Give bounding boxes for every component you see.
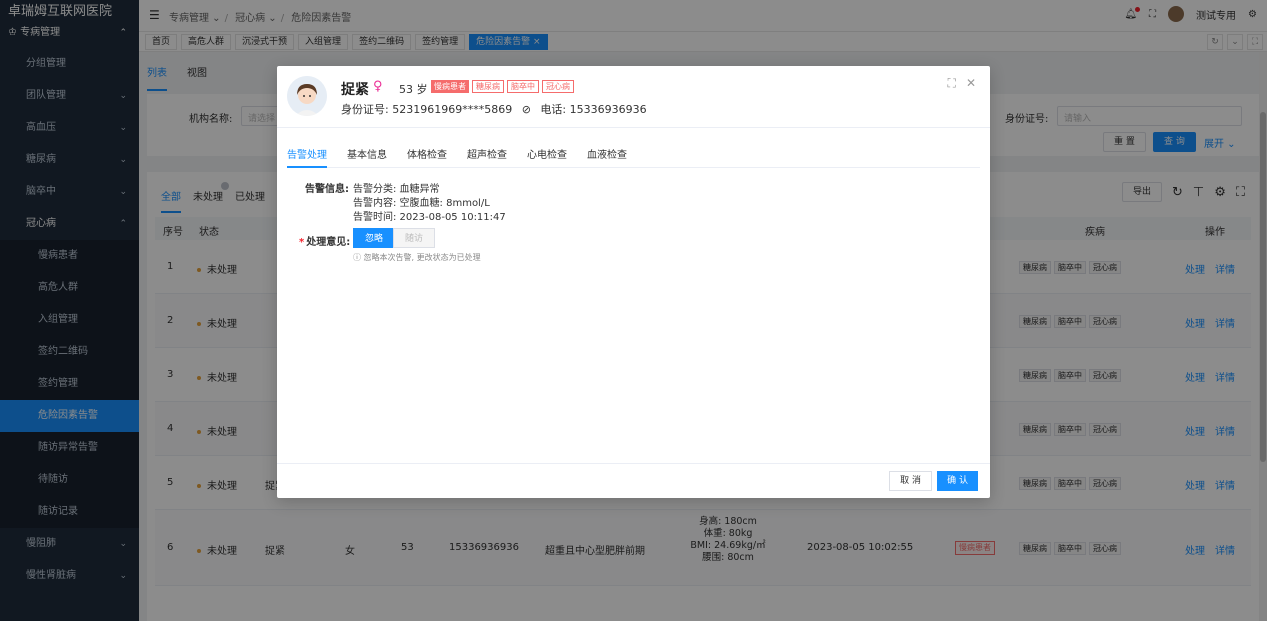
alarm-time: 告警时间: 2023-08-05 10:11:47 — [353, 212, 506, 223]
tab-blood[interactable]: 血液检查 — [587, 146, 627, 168]
alarm-info-label: 告警信息: — [305, 184, 349, 195]
patient-name: 捉紧 — [341, 82, 369, 98]
patient-contact: 身份证号: 5231961969****5869 ⊘ 电话: 153369369… — [341, 103, 647, 116]
patient-header: 捉紧 ♀ 53 岁 慢病患者 糖尿病 脑卒中 冠心病 身份证号: 5231961… — [277, 66, 990, 128]
followup-option[interactable]: 随访 — [393, 228, 436, 248]
patient-age: 53 岁 — [399, 83, 428, 96]
tab-physical-exam[interactable]: 体格检查 — [407, 146, 447, 168]
patient-avatar — [287, 76, 327, 116]
dialog-tabs: 告警处理 基本信息 体格检查 超声检查 心电检查 血液检查 — [287, 146, 980, 168]
tag-stroke: 脑卒中 — [507, 80, 539, 93]
dialog-footer: 取 消 确 认 — [277, 463, 990, 498]
alarm-dialog: 捉紧 ♀ 53 岁 慢病患者 糖尿病 脑卒中 冠心病 身份证号: 5231961… — [277, 66, 990, 498]
tab-basic-info[interactable]: 基本信息 — [347, 146, 387, 168]
id-number: 5231961969****5869 — [392, 103, 513, 116]
alarm-content: 告警内容: 空腹血糖: 8mmol/L — [353, 198, 490, 209]
tab-alarm-handle[interactable]: 告警处理 — [287, 146, 327, 168]
fullscreen-icon[interactable]: ⛶ — [948, 76, 956, 91]
tag-chronic: 慢病患者 — [431, 80, 469, 93]
confirm-button[interactable]: 确 认 — [937, 471, 978, 491]
close-icon[interactable]: ✕ — [966, 76, 976, 91]
cancel-button[interactable]: 取 消 — [889, 471, 932, 491]
female-icon: ♀ — [373, 79, 383, 94]
opinion-label: * 处理意见: — [299, 237, 351, 248]
opinion-hint: ⓘ 忽略本次告警, 更改状态为已处理 — [353, 253, 481, 262]
tag-coronary: 冠心病 — [542, 80, 574, 93]
phone-number: 15336936936 — [569, 103, 647, 116]
tab-ecg[interactable]: 心电检查 — [527, 146, 567, 168]
alarm-type: 告警分类: 血糖异常 — [353, 184, 440, 195]
tag-diabetes: 糖尿病 — [472, 80, 504, 93]
eye-off-icon[interactable]: ⊘ — [522, 103, 531, 116]
tab-ultrasound[interactable]: 超声检查 — [467, 146, 507, 168]
ignore-option[interactable]: 忽略 — [353, 228, 396, 248]
